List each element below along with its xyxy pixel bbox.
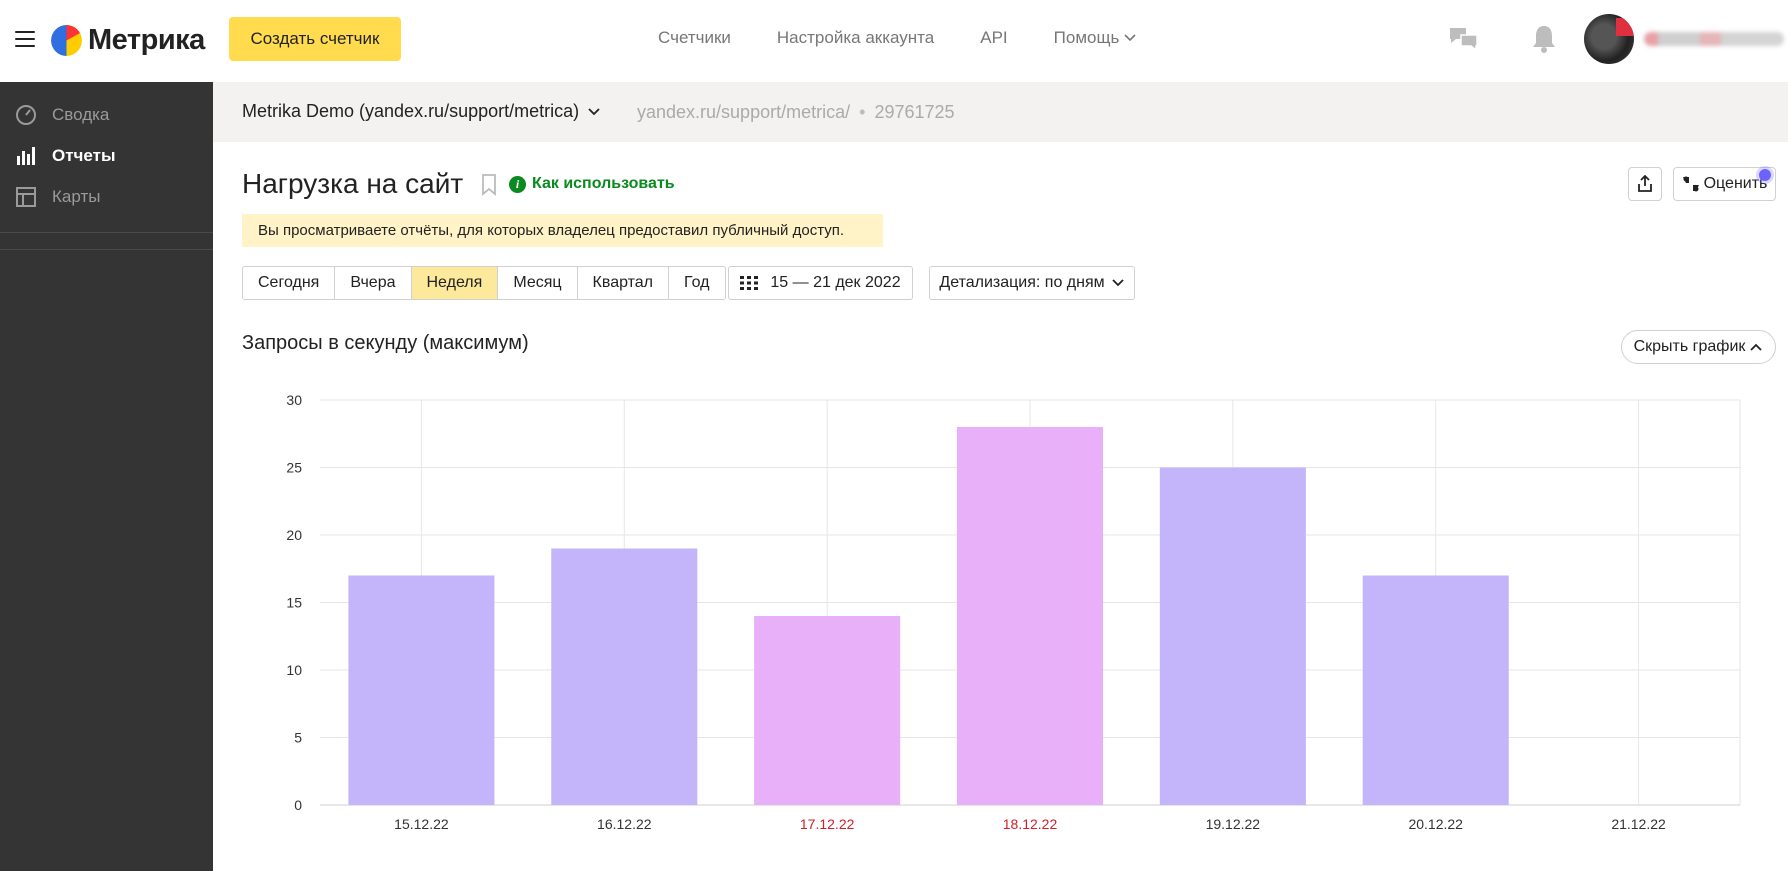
period-today[interactable]: Сегодня xyxy=(243,267,336,299)
share-icon xyxy=(1638,175,1652,192)
gauge-icon xyxy=(14,104,38,126)
period-month[interactable]: Месяц xyxy=(498,267,578,299)
bar xyxy=(1159,467,1306,805)
how-to-use-link[interactable]: i Как использовать xyxy=(509,175,675,193)
bar-chart-icon xyxy=(14,145,38,167)
bar xyxy=(551,548,698,805)
counter-name: Metrika Demo (yandex.ru/support/metrica) xyxy=(242,101,580,121)
counter-selector[interactable]: Metrika Demo (yandex.ru/support/metrica) xyxy=(242,101,601,122)
period-quarter[interactable]: Квартал xyxy=(577,267,670,299)
bar xyxy=(1362,575,1509,805)
bar xyxy=(348,575,495,805)
bar xyxy=(956,427,1104,805)
y-tick-label: 0 xyxy=(294,797,302,813)
load-bar-chart: 0 5 10 15 20 25 30 15.12.22 16.12.22 17.12.22 18.1… xyxy=(286,392,1741,832)
period-week[interactable]: Неделя xyxy=(411,267,499,299)
y-tick-label: 25 xyxy=(286,460,302,476)
sidebar-item-label: Карты xyxy=(52,187,101,206)
page-title: Нагрузка на сайт xyxy=(242,168,464,199)
rate-label: Оценить xyxy=(1703,175,1768,192)
thumbs-icon xyxy=(1682,176,1699,192)
nav-help[interactable]: Помощь xyxy=(1054,28,1138,48)
x-tick-label: 17.12.22 xyxy=(800,816,855,832)
x-tick-label: 20.12.22 xyxy=(1408,816,1463,832)
chart-title: Запросы в секунду (максимум) xyxy=(242,332,529,354)
header-tools xyxy=(1448,14,1788,68)
hide-chart-label: Скрыть график xyxy=(1633,338,1746,355)
sidebar-item-maps[interactable]: Карты xyxy=(14,186,100,208)
user-name-blurred[interactable] xyxy=(1644,32,1784,46)
user-avatar[interactable] xyxy=(1584,14,1634,64)
nav-api[interactable]: API xyxy=(980,28,1007,48)
sidebar-divider xyxy=(0,232,213,233)
y-tick-label: 15 xyxy=(286,595,302,611)
detail-label: Детализация: по дням xyxy=(939,274,1105,291)
menu-icon[interactable] xyxy=(15,31,35,49)
counter-bar: Metrika Demo (yandex.ru/support/metrica)… xyxy=(213,82,1788,142)
info-icon: i xyxy=(509,175,526,193)
bar xyxy=(754,616,901,805)
y-tick-label: 10 xyxy=(286,662,302,678)
counter-url: yandex.ru/support/metrica/ • 29761725 xyxy=(637,102,955,123)
period-yesterday[interactable]: Вчера xyxy=(335,267,412,299)
y-tick-label: 30 xyxy=(286,392,302,408)
chevron-down-icon xyxy=(1111,279,1124,287)
calendar-icon xyxy=(740,276,759,290)
sidebar-item-summary[interactable]: Сводка xyxy=(14,104,109,126)
bell-icon[interactable] xyxy=(1532,24,1556,54)
metrika-logo[interactable]: Метрика xyxy=(51,24,205,57)
y-tick-label: 5 xyxy=(294,730,302,746)
chevron-down-icon xyxy=(588,107,600,115)
public-access-notice: Вы просматриваете отчёты, для которых вл… xyxy=(242,214,883,247)
period-year[interactable]: Год xyxy=(669,267,725,299)
nav-help-label: Помощь xyxy=(1053,28,1120,47)
map-grid-icon xyxy=(14,186,38,208)
sidebar-divider xyxy=(0,249,213,250)
separator-dot: • xyxy=(859,102,866,122)
counter-id: 29761725 xyxy=(874,102,955,122)
period-selector: Сегодня Вчера Неделя Месяц Квартал Год xyxy=(242,266,726,300)
notification-dot xyxy=(1759,169,1771,181)
chevron-down-icon xyxy=(1124,34,1136,42)
sidebar-item-reports[interactable]: Отчеты xyxy=(14,145,116,167)
logo-text: Метрика xyxy=(88,24,205,56)
share-button[interactable] xyxy=(1628,167,1662,201)
date-range-label: 15 — 21 дек 2022 xyxy=(770,274,901,291)
metrika-logo-icon xyxy=(51,25,82,56)
chevron-up-icon xyxy=(1750,343,1763,351)
detail-selector[interactable]: Детализация: по дням xyxy=(929,266,1135,300)
date-range-picker[interactable]: 15 — 21 дек 2022 xyxy=(728,266,913,300)
chat-icon[interactable] xyxy=(1448,26,1480,52)
top-header: Метрика Создать счетчик Счетчики Настрой… xyxy=(0,0,1788,82)
bookmark-icon[interactable] xyxy=(481,174,497,196)
nav-counters[interactable]: Счетчики xyxy=(658,28,731,48)
counter-url-text: yandex.ru/support/metrica/ xyxy=(637,102,851,122)
x-tick-label: 15.12.22 xyxy=(394,816,449,832)
x-tick-label: 19.12.22 xyxy=(1206,816,1261,832)
x-tick-label: 16.12.22 xyxy=(597,816,652,832)
nav-account-settings[interactable]: Настройка аккаунта xyxy=(777,28,934,48)
x-tick-label: 18.12.22 xyxy=(1003,816,1058,832)
hide-chart-button[interactable]: Скрыть график xyxy=(1621,330,1776,364)
how-to-use-label: Как использовать xyxy=(532,175,675,192)
top-nav: Счетчики Настройка аккаунта API Помощь xyxy=(658,28,1137,48)
sidebar: Сводка Отчеты Карты xyxy=(0,82,213,871)
create-counter-button[interactable]: Создать счетчик xyxy=(229,17,401,61)
sidebar-item-label: Сводка xyxy=(52,105,110,124)
sidebar-item-label: Отчеты xyxy=(52,146,116,165)
y-tick-label: 20 xyxy=(286,527,302,543)
x-tick-label: 21.12.22 xyxy=(1611,816,1666,832)
